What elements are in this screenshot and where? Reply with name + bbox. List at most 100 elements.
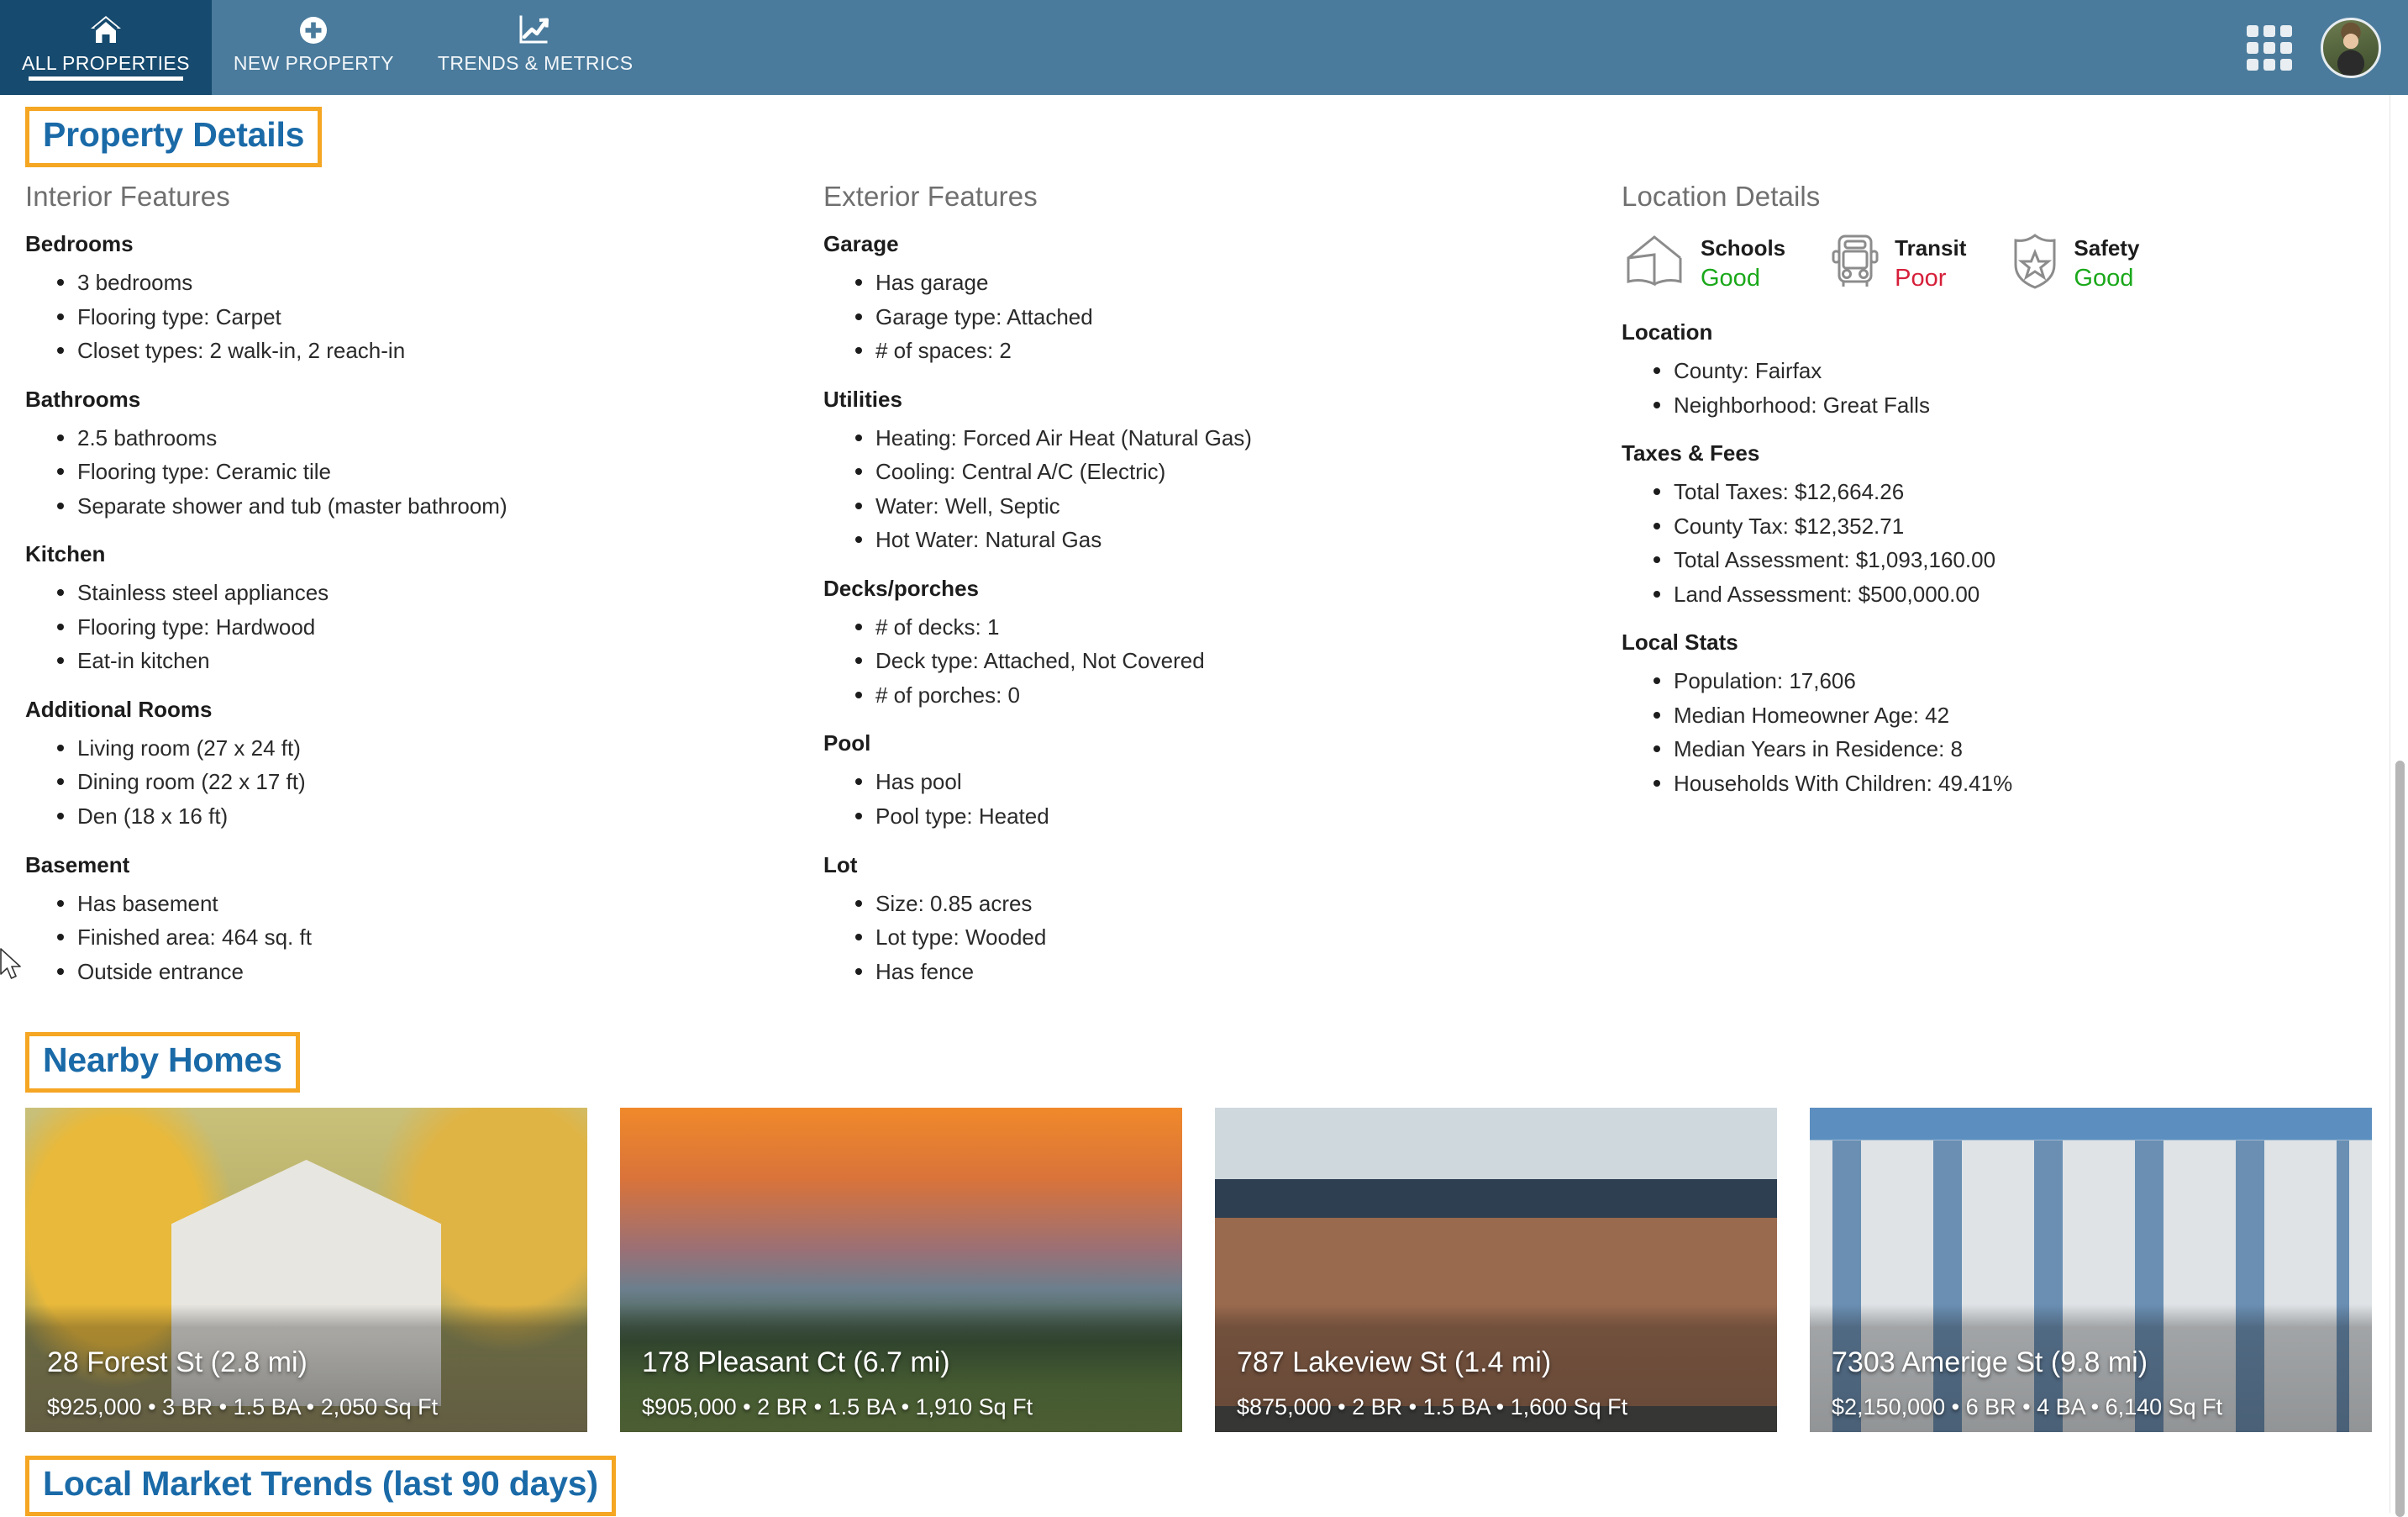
list-item: Total Taxes: $12,664.26	[1622, 475, 2378, 509]
card-caption: 28 Forest St (2.8 mi) $925,000 • 3 BR • …	[25, 1304, 587, 1433]
nearby-home-card[interactable]: 28 Forest St (2.8 mi) $925,000 • 3 BR • …	[25, 1108, 587, 1433]
tab-all-properties[interactable]: ALL PROPERTIES	[0, 0, 212, 95]
list-item: Water: Well, Septic	[823, 489, 1622, 524]
property-address: 787 Lakeview St (1.4 mi)	[1237, 1346, 1552, 1379]
tab-label: TRENDS & METRICS	[437, 52, 634, 74]
school-book-icon	[1622, 231, 1687, 296]
card-caption: 178 Pleasant Ct (6.7 mi) $905,000 • 2 BR…	[620, 1304, 1182, 1433]
group-list: Has garage Garage type: Attached # of sp…	[823, 266, 1622, 368]
score-text: Schools Good	[1701, 234, 1785, 293]
scrollbar-thumb[interactable]	[2395, 761, 2405, 1517]
tab-trends-metrics[interactable]: TRENDS & METRICS	[416, 0, 655, 95]
tab-label: NEW PROPERTY	[233, 52, 394, 74]
score-text: Transit Poor	[1895, 234, 1966, 293]
card-caption: 787 Lakeview St (1.4 mi) $875,000 • 2 BR…	[1215, 1304, 1777, 1433]
nearby-homes-card-list: 28 Forest St (2.8 mi) $925,000 • 3 BR • …	[25, 1108, 2408, 1433]
list-item: # of porches: 0	[823, 678, 1622, 713]
list-item: Median Years in Residence: 8	[1622, 732, 2378, 766]
user-avatar[interactable]	[2321, 17, 2381, 78]
nearby-home-card[interactable]: 787 Lakeview St (1.4 mi) $875,000 • 2 BR…	[1215, 1108, 1777, 1433]
exterior-features-column: Exterior Features Garage Has garage Gara…	[823, 181, 1622, 1007]
group-bedrooms: Bedrooms 3 bedrooms Flooring type: Carpe…	[25, 231, 823, 368]
nearby-home-card[interactable]: 178 Pleasant Ct (6.7 mi) $905,000 • 2 BR…	[620, 1108, 1182, 1433]
nearby-homes-section: Nearby Homes 28 Forest St (2.8 mi) $925,…	[0, 1032, 2408, 1433]
exterior-features-heading: Exterior Features	[823, 181, 1038, 212]
group-list: Size: 0.85 acres Lot type: Wooded Has fe…	[823, 887, 1622, 989]
group-title: Pool	[823, 730, 871, 756]
list-item: Hot Water: Natural Gas	[823, 523, 1622, 557]
tab-new-property[interactable]: NEW PROPERTY	[212, 0, 416, 95]
list-item: Separate shower and tub (master bathroom…	[25, 489, 823, 524]
list-item: Living room (27 x 24 ft)	[25, 731, 823, 766]
property-stats: $2,150,000 • 6 BR • 4 BA • 6,140 Sq Ft	[1832, 1394, 2223, 1420]
group-pool: Pool Has pool Pool type: Heated	[823, 730, 1622, 833]
bus-icon	[1829, 231, 1881, 296]
list-item: County: Fairfax	[1622, 354, 2378, 388]
list-item: Population: 17,606	[1622, 664, 2378, 698]
page-title: Property Details	[43, 115, 305, 154]
group-list: Living room (27 x 24 ft) Dining room (22…	[25, 731, 823, 834]
list-item: Neighborhood: Great Falls	[1622, 388, 2378, 423]
group-title: Basement	[25, 851, 130, 877]
score-label: Schools	[1701, 234, 1786, 261]
group-lot: Lot Size: 0.85 acres Lot type: Wooded Ha…	[823, 852, 1622, 989]
score-schools: Schools Good	[1622, 231, 1785, 296]
interior-features-column: Interior Features Bedrooms 3 bedrooms Fl…	[25, 181, 823, 1007]
group-decks-porches: Decks/porches # of decks: 1 Deck type: A…	[823, 576, 1622, 713]
list-item: Has garage	[823, 266, 1622, 300]
score-value: Good	[1701, 264, 1760, 292]
nav-tab-list: ALL PROPERTIES NEW PROPERTY TRENDS & MET…	[0, 0, 655, 95]
nearby-home-card[interactable]: 7303 Amerige St (9.8 mi) $2,150,000 • 6 …	[1810, 1108, 2372, 1433]
list-item: Households With Children: 49.41%	[1622, 766, 2378, 801]
score-transit: Transit Poor	[1829, 231, 1966, 296]
list-item: Has basement	[25, 887, 823, 921]
group-list: Total Taxes: $12,664.26 County Tax: $12,…	[1622, 475, 2378, 611]
group-location: Location County: Fairfax Neighborhood: G…	[1622, 319, 2378, 422]
property-details-highlight: Property Details	[25, 107, 323, 167]
list-item: 3 bedrooms	[25, 266, 823, 300]
group-kitchen: Kitchen Stainless steel appliances Floor…	[25, 541, 823, 678]
score-value: Good	[2074, 264, 2134, 292]
group-local-stats: Local Stats Population: 17,606 Median Ho…	[1622, 629, 2378, 800]
list-item: Finished area: 464 sq. ft	[25, 920, 823, 955]
property-details-columns: Interior Features Bedrooms 3 bedrooms Fl…	[0, 181, 2408, 1007]
group-title: Location	[1622, 319, 1713, 345]
group-list: Has pool Pool type: Heated	[823, 765, 1622, 833]
group-taxes-fees: Taxes & Fees Total Taxes: $12,664.26 Cou…	[1622, 440, 2378, 611]
market-trends-title: Local Market Trends (last 90 days)	[43, 1464, 598, 1504]
topbar-right-controls	[2247, 0, 2408, 95]
list-item: Heating: Forced Air Heat (Natural Gas)	[823, 421, 1622, 456]
score-safety: Safety Good	[2010, 231, 2139, 296]
page-scrollbar[interactable]	[2390, 95, 2408, 1517]
list-item: Lot type: Wooded	[823, 920, 1622, 955]
list-item: 2.5 bathrooms	[25, 421, 823, 456]
property-stats: $875,000 • 2 BR • 1.5 BA • 1,600 Sq Ft	[1237, 1394, 1628, 1420]
property-address: 7303 Amerige St (9.8 mi)	[1832, 1346, 2148, 1379]
list-item: Deck type: Attached, Not Covered	[823, 644, 1622, 678]
group-list: 3 bedrooms Flooring type: Carpet Closet …	[25, 266, 823, 368]
list-item: Stainless steel appliances	[25, 576, 823, 610]
group-title: Decks/porches	[823, 575, 979, 601]
group-list: Heating: Forced Air Heat (Natural Gas) C…	[823, 421, 1622, 557]
interior-features-heading: Interior Features	[25, 181, 230, 212]
group-garage: Garage Has garage Garage type: Attached …	[823, 231, 1622, 368]
group-list: 2.5 bathrooms Flooring type: Ceramic til…	[25, 421, 823, 524]
tab-label: ALL PROPERTIES	[22, 52, 190, 74]
group-title: Kitchen	[25, 541, 106, 567]
score-value: Poor	[1895, 264, 1947, 292]
group-bathrooms: Bathrooms 2.5 bathrooms Flooring type: C…	[25, 387, 823, 524]
list-item: Flooring type: Carpet	[25, 300, 823, 334]
list-item: Garage type: Attached	[823, 300, 1622, 334]
group-title: Bedrooms	[25, 231, 134, 256]
apps-grid-icon[interactable]	[2247, 24, 2292, 71]
list-item: Median Homeowner Age: 42	[1622, 698, 2378, 733]
group-title: Lot	[823, 851, 858, 877]
list-item: Outside entrance	[25, 955, 823, 989]
group-list: Population: 17,606 Median Homeowner Age:…	[1622, 664, 2378, 800]
property-address: 28 Forest St (2.8 mi)	[47, 1346, 308, 1379]
list-item: Den (18 x 16 ft)	[25, 799, 823, 834]
list-item: # of decks: 1	[823, 610, 1622, 645]
list-item: Total Assessment: $1,093,160.00	[1622, 543, 2378, 577]
group-title: Additional Rooms	[25, 696, 213, 722]
list-item: Dining room (22 x 17 ft)	[25, 765, 823, 799]
